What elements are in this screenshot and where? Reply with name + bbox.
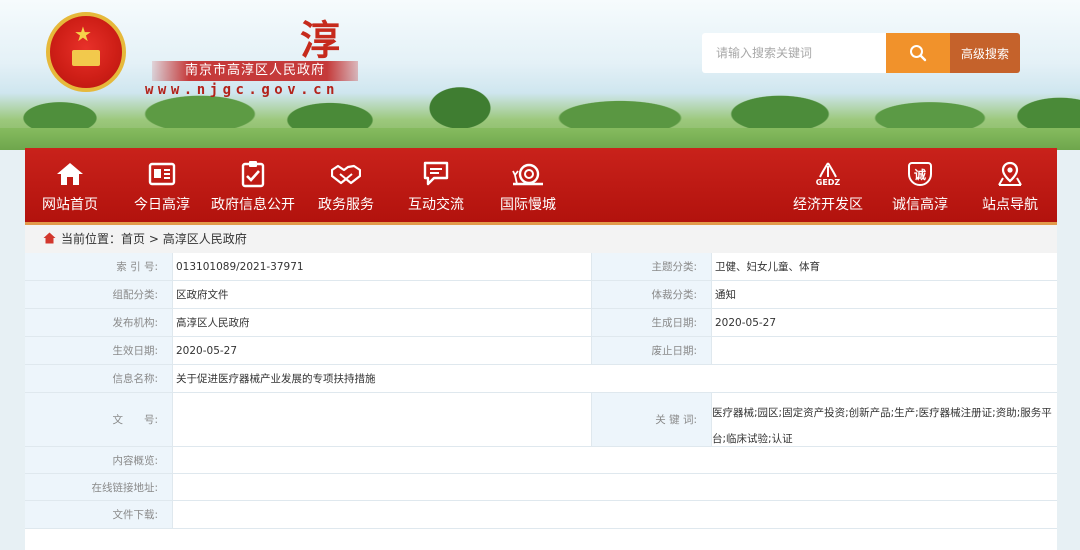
- newspaper-icon: [148, 162, 176, 186]
- publisher-value: 高淳区人民政府: [172, 309, 591, 336]
- emblem-gate-icon: [72, 50, 100, 66]
- nav-label: 诚信高淳: [892, 197, 948, 213]
- title-value: 关于促进医疗器械产业发展的专项扶持措施: [172, 365, 1057, 392]
- main-nav: 网站首页 今日高淳 政府信息公开 政务服务 互动交流 国际慢城 GEDZ 经济开…: [25, 148, 1057, 225]
- nav-label: 国际慢城: [500, 197, 556, 213]
- keywords-label: 关 键 词:: [591, 393, 711, 446]
- info-row: 文件下载:: [25, 501, 1057, 529]
- created-date-label: 生成日期:: [591, 309, 711, 336]
- nav-label: 互动交流: [408, 197, 464, 213]
- nav-item-integrity[interactable]: 诚 诚信高淳: [887, 148, 953, 222]
- snail-icon: [512, 163, 543, 186]
- category-value: 区政府文件: [172, 281, 591, 308]
- info-row: 在线链接地址:: [25, 474, 1057, 501]
- site-calligraphy: 淳: [300, 17, 340, 64]
- created-date-value: 2020-05-27: [711, 309, 1057, 336]
- summary-label: 内容概览:: [25, 447, 172, 473]
- home-icon: [57, 163, 83, 185]
- banner-field: [0, 128, 1080, 150]
- nav-label: 经济开发区: [793, 197, 863, 213]
- online-link-value[interactable]: [172, 474, 1057, 500]
- file-download-value[interactable]: [172, 501, 1057, 528]
- nav-item-dev-zone[interactable]: GEDZ 经济开发区: [789, 148, 867, 222]
- title-label: 信息名称:: [25, 365, 172, 392]
- info-row: 生效日期: 2020-05-27 废止日期:: [25, 337, 1057, 365]
- integrity-badge-text: 诚: [913, 167, 926, 182]
- summary-value: [172, 447, 1057, 473]
- search-button[interactable]: [886, 33, 950, 73]
- nav-item-today-gaochun[interactable]: 今日高淳: [129, 148, 195, 222]
- info-row: 发布机构: 高淳区人民政府 生成日期: 2020-05-27: [25, 309, 1057, 337]
- breadcrumb-prefix: 当前位置：: [61, 232, 122, 246]
- info-row: 内容概览:: [25, 447, 1057, 474]
- nav-item-services[interactable]: 政务服务: [313, 148, 379, 222]
- info-row: 文 号: 关 键 词: 医疗器械;园区;固定资产投资;创新产品;生产;医疗器械注…: [25, 393, 1057, 447]
- search-bar: 高级搜索: [702, 33, 1020, 73]
- online-link-label: 在线链接地址:: [25, 474, 172, 500]
- index-value: 013101089/2021-37971: [172, 253, 591, 280]
- info-row: 索 引 号: 013101089/2021-37971 主题分类: 卫健、妇女儿…: [25, 253, 1057, 281]
- location-pin-icon: [998, 161, 1022, 186]
- nav-item-home[interactable]: 网站首页: [39, 148, 101, 222]
- site-name: 南京市高淳区人民政府: [152, 61, 358, 81]
- gedz-logo-icon: GEDZ: [816, 160, 840, 188]
- nav-label: 站点导航: [982, 197, 1038, 213]
- info-row: 组配分类: 区政府文件 体裁分类: 通知: [25, 281, 1057, 309]
- advanced-search-button[interactable]: 高级搜索: [950, 33, 1020, 73]
- nav-item-slow-city[interactable]: 国际慢城: [495, 148, 561, 222]
- home-small-icon: [43, 232, 56, 244]
- doc-number-value: [172, 393, 591, 446]
- clipboard-check-icon: [241, 161, 265, 188]
- chat-icon: [423, 161, 449, 186]
- nav-item-gov-info[interactable]: 政府信息公开: [209, 148, 297, 222]
- gedz-logo-text: GEDZ: [815, 177, 841, 187]
- topic-label: 主题分类:: [591, 253, 711, 280]
- info-row: 信息名称: 关于促进医疗器械产业发展的专项扶持措施: [25, 365, 1057, 393]
- handshake-icon: [331, 164, 361, 185]
- index-label: 索 引 号:: [25, 253, 172, 280]
- header-banner: ★ 淳 南京市高淳区人民政府 www.njgc.gov.cn 高级搜索: [0, 0, 1080, 150]
- nav-label: 政务服务: [318, 197, 374, 213]
- nav-label: 今日高淳: [134, 197, 190, 213]
- nav-item-site-map[interactable]: 站点导航: [977, 148, 1043, 222]
- repeal-date-value: [711, 337, 1057, 364]
- search-input[interactable]: [702, 33, 886, 73]
- genre-label: 体裁分类:: [591, 281, 711, 308]
- nav-label: 政府信息公开: [211, 197, 295, 213]
- nav-label: 网站首页: [42, 197, 98, 213]
- topic-value: 卫健、妇女儿童、体育: [711, 253, 1057, 280]
- repeal-date-label: 废止日期:: [591, 337, 711, 364]
- breadcrumb: 当前位置：首页 > 高淳区人民政府: [25, 225, 1057, 253]
- emblem-star-icon: ★: [74, 22, 92, 46]
- effective-date-value: 2020-05-27: [172, 337, 591, 364]
- publisher-label: 发布机构:: [25, 309, 172, 336]
- genre-value: 通知: [711, 281, 1057, 308]
- document-info-table: 索 引 号: 013101089/2021-37971 主题分类: 卫健、妇女儿…: [25, 253, 1057, 550]
- breadcrumb-text: 当前位置：首页 > 高淳区人民政府: [61, 225, 247, 253]
- file-download-label: 文件下载:: [25, 501, 172, 528]
- integrity-badge-icon: 诚: [908, 162, 932, 186]
- breadcrumb-path[interactable]: 首页 > 高淳区人民政府: [121, 232, 247, 246]
- search-icon: [910, 45, 927, 62]
- effective-date-label: 生效日期:: [25, 337, 172, 364]
- keywords-value: 医疗器械;园区;固定资产投资;创新产品;生产;医疗器械注册证;资助;服务平台;临…: [711, 393, 1057, 446]
- site-domain: www.njgc.gov.cn: [145, 82, 339, 98]
- doc-number-label: 文 号:: [25, 393, 172, 446]
- national-emblem-logo[interactable]: ★: [46, 12, 126, 92]
- category-label: 组配分类:: [25, 281, 172, 308]
- nav-item-interaction[interactable]: 互动交流: [403, 148, 469, 222]
